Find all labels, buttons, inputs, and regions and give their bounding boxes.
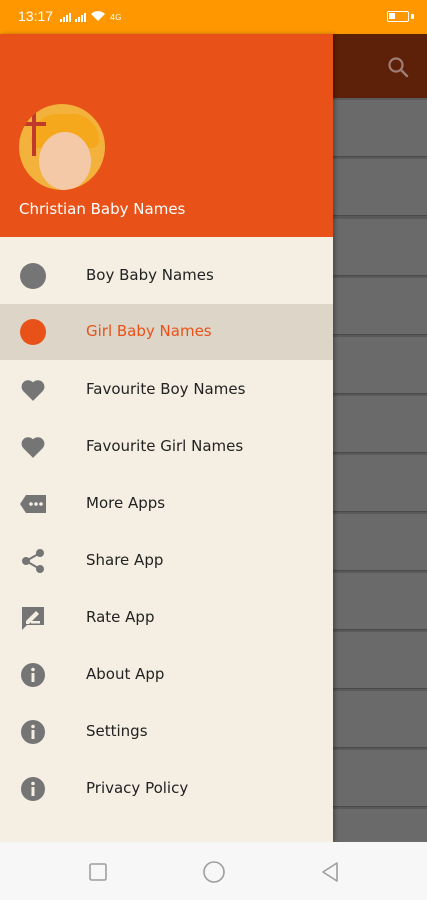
menu-item-label: Settings xyxy=(86,722,148,740)
info-icon xyxy=(19,661,47,689)
menu-item-privacy-policy[interactable]: Privacy Policy xyxy=(0,761,333,817)
wifi-icon xyxy=(91,11,105,21)
signal-icon xyxy=(75,13,86,22)
background-toolbar xyxy=(333,34,427,98)
list-item[interactable] xyxy=(333,219,427,275)
list-item[interactable] xyxy=(333,278,427,334)
drawer-header: Christian Baby Names xyxy=(0,34,333,237)
rate-icon xyxy=(19,604,47,632)
background-list[interactable] xyxy=(333,98,427,865)
list-item[interactable] xyxy=(333,100,427,156)
signal-indicators: 4G xyxy=(60,10,121,22)
network-type: 4G xyxy=(110,13,122,22)
menu-item-label: About App xyxy=(86,665,165,683)
menu-item-rate-app[interactable]: Rate App xyxy=(0,590,333,646)
menu-item-label: Rate App xyxy=(86,608,155,626)
menu-item-label: Favourite Boy Names xyxy=(86,380,246,398)
system-nav-bar xyxy=(0,842,427,900)
menu-item-label: Share App xyxy=(86,551,164,569)
share-icon xyxy=(19,547,47,575)
menu-item-label: Favourite Girl Names xyxy=(86,437,244,455)
menu-item-favourite-boy-names[interactable]: Favourite Boy Names xyxy=(0,362,333,418)
info-icon xyxy=(19,718,47,746)
menu-item-share-app[interactable]: Share App xyxy=(0,533,333,589)
list-item[interactable] xyxy=(333,750,427,806)
circle-grey-icon xyxy=(19,262,47,290)
battery-icon xyxy=(387,11,409,22)
list-item[interactable] xyxy=(333,691,427,747)
more-apps-icon xyxy=(19,490,47,518)
back-icon[interactable] xyxy=(318,860,342,884)
list-item[interactable] xyxy=(333,337,427,393)
list-item[interactable] xyxy=(333,632,427,688)
menu-item-favourite-girl-names[interactable]: Favourite Girl Names xyxy=(0,419,333,475)
list-item[interactable] xyxy=(333,573,427,629)
menu-item-boy-baby-names[interactable]: Boy Baby Names xyxy=(0,248,333,304)
list-item[interactable] xyxy=(333,455,427,511)
heart-icon xyxy=(19,376,47,404)
list-item[interactable] xyxy=(333,159,427,215)
home-icon[interactable] xyxy=(202,860,226,884)
info-icon xyxy=(19,775,47,803)
menu-item-label: More Apps xyxy=(86,494,166,512)
status-bar: 13:17 4G xyxy=(0,0,427,34)
menu-item-label: Privacy Policy xyxy=(86,779,189,797)
heart-icon xyxy=(19,433,47,461)
menu-item-label: Girl Baby Names xyxy=(86,322,212,340)
baby-avatar-icon xyxy=(19,104,105,190)
battery-tip xyxy=(411,14,414,19)
status-time: 13:17 xyxy=(18,8,54,24)
search-icon[interactable] xyxy=(386,55,410,79)
menu-item-label: Boy Baby Names xyxy=(86,266,214,284)
recent-apps-icon[interactable] xyxy=(86,860,110,884)
menu-item-girl-baby-names[interactable]: Girl Baby Names xyxy=(0,304,333,360)
menu-item-settings[interactable]: Settings xyxy=(0,704,333,760)
list-item[interactable] xyxy=(333,396,427,452)
menu-item-more-apps[interactable]: More Apps xyxy=(0,476,333,532)
navigation-drawer: Christian Baby Names Boy Baby Names Girl… xyxy=(0,34,333,842)
signal-icon xyxy=(60,13,71,22)
app-name: Christian Baby Names xyxy=(19,200,186,218)
circle-orange-icon xyxy=(19,318,47,346)
list-item[interactable] xyxy=(333,514,427,570)
menu-item-about-app[interactable]: About App xyxy=(0,647,333,703)
